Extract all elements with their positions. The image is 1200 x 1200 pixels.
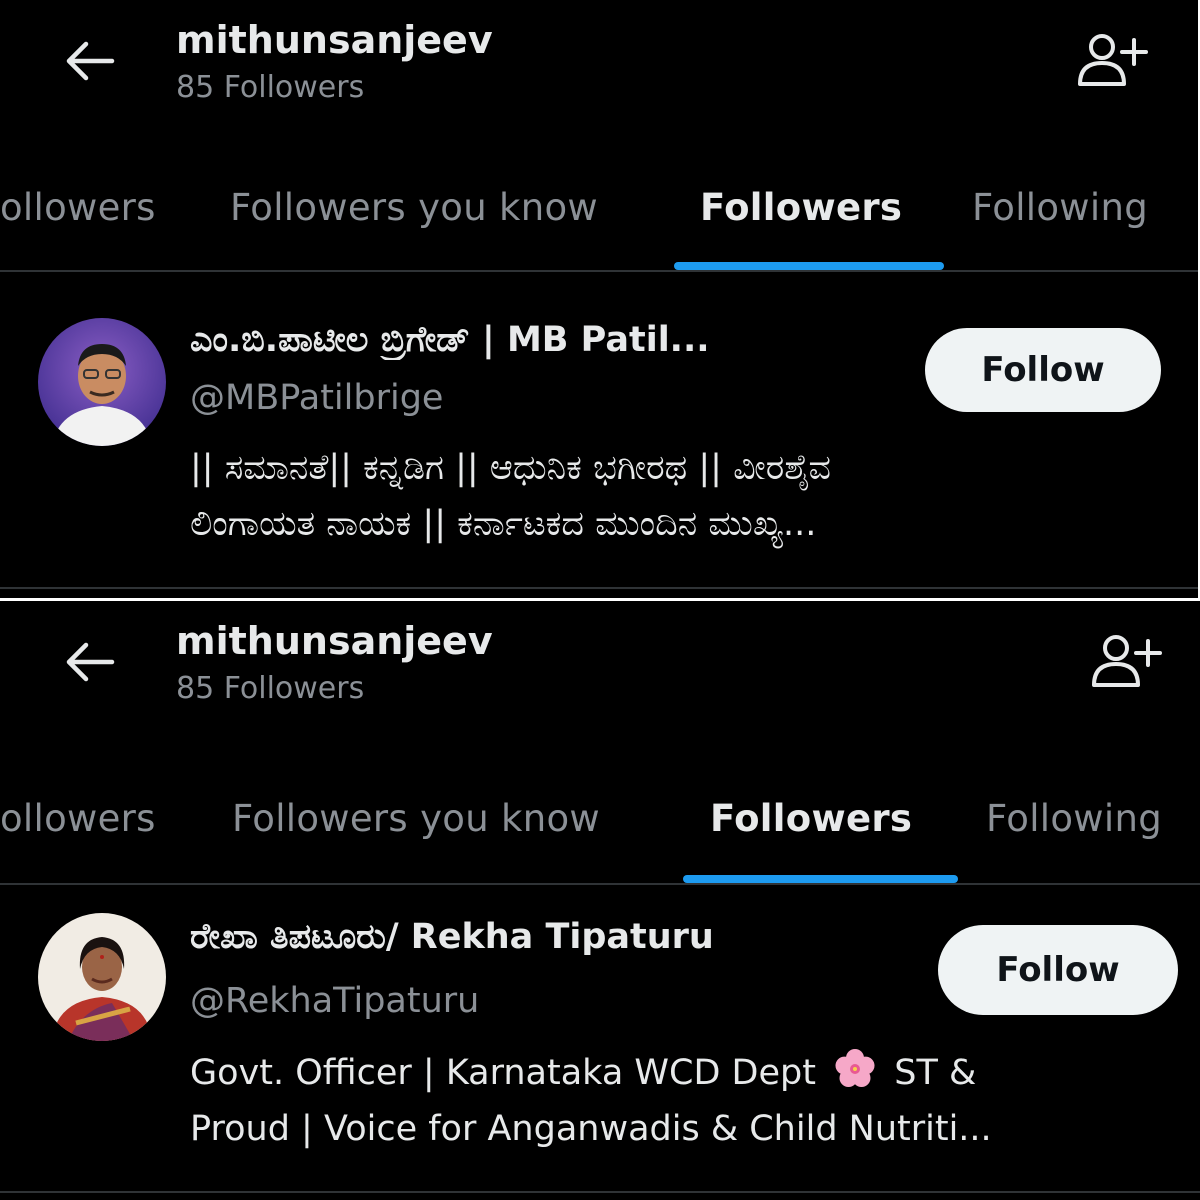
bio-text: ST &	[894, 1053, 977, 1093]
page-title: mithunsanjeev	[176, 18, 493, 62]
avatar[interactable]	[38, 318, 166, 446]
tab-following[interactable]: Following	[972, 186, 1148, 229]
arrow-left-icon[interactable]	[60, 30, 120, 90]
add-person-icon[interactable]	[1076, 30, 1154, 90]
bio-text: Govt. Officer | Karnataka WCD Dept	[190, 1053, 816, 1093]
bio-line: ಲಿಂಗಾಯತ ನಾಯಕ || ಕರ್ನಾಟಕದ ಮುಂದಿನ ಮುಖ್ಯ...	[190, 504, 817, 544]
user-handle[interactable]: @MBPatilbrige	[190, 378, 443, 418]
cherry-blossom-icon	[827, 1048, 883, 1090]
tab-followers-you-know[interactable]: Followers you know	[232, 797, 600, 840]
tab-divider	[0, 883, 1200, 885]
tab-divider	[0, 270, 1198, 272]
user-bio: Govt. Officer | Karnataka WCD Dept ST &	[190, 1045, 1175, 1157]
follower-count: 85 Followers	[176, 671, 365, 706]
tab-followers-you-know[interactable]: Followers you know	[230, 186, 598, 229]
follow-button[interactable]: Follow	[925, 328, 1161, 412]
followers-screen-1: mithunsanjeev 85 Followers ollowers Foll…	[0, 0, 1198, 598]
add-person-icon[interactable]	[1090, 631, 1168, 691]
follow-button[interactable]: Follow	[938, 925, 1178, 1015]
page-title: mithunsanjeev	[176, 619, 493, 663]
tab-verified-followers[interactable]: ollowers	[0, 797, 156, 840]
followers-screen-2: mithunsanjeev 85 Followers ollowers Foll…	[0, 601, 1200, 1200]
bio-line: Govt. Officer | Karnataka WCD Dept ST &	[190, 1045, 1175, 1101]
row-divider	[0, 1191, 1200, 1193]
tab-following[interactable]: Following	[986, 797, 1162, 840]
user-handle[interactable]: @RekhaTipaturu	[190, 981, 479, 1021]
avatar[interactable]	[38, 913, 166, 1041]
bio-line: || ಸಮಾನತೆ|| ಕನ್ನಡಿಗ || ಆಧುನಿಕ ಭಗೀರಥ || ವ…	[190, 448, 831, 488]
user-bio: || ಸಮಾನತೆ|| ಕನ್ನಡಿಗ || ಆಧುನಿಕ ಭಗೀರಥ || ವ…	[190, 440, 1150, 552]
tab-verified-followers[interactable]: ollowers	[0, 186, 156, 229]
follower-count: 85 Followers	[176, 70, 365, 105]
user-display-name[interactable]: ಎಂ.ಬಿ.ಪಾಟೀಲ ಬ್ರಿಗೇಡ್ | MB Patil...	[190, 320, 915, 360]
bio-line: Proud | Voice for Anganwadis & Child Nut…	[190, 1109, 992, 1149]
arrow-left-icon[interactable]	[60, 631, 120, 691]
tab-followers[interactable]: Followers	[700, 186, 902, 229]
row-divider	[0, 587, 1198, 589]
user-display-name[interactable]: ರೇಖಾ ತಿಪಟೂರು/ Rekha Tipaturu	[190, 917, 915, 957]
tab-followers[interactable]: Followers	[710, 797, 912, 840]
active-tab-indicator	[683, 875, 958, 883]
active-tab-indicator	[674, 262, 944, 270]
